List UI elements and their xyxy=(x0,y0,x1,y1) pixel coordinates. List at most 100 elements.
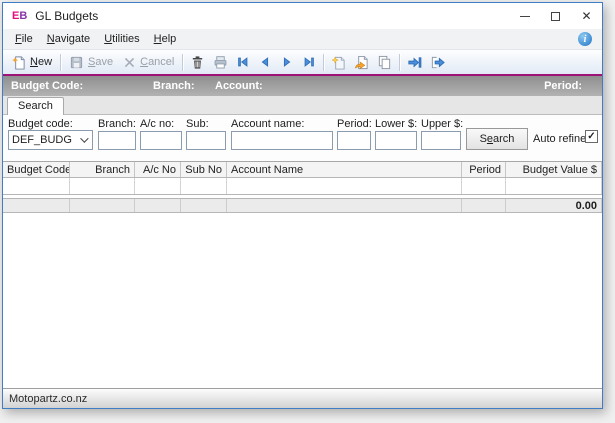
toolbar-separator xyxy=(182,53,184,71)
menu-file[interactable]: File xyxy=(8,30,40,48)
menu-navigate[interactable]: Navigate xyxy=(40,30,97,48)
band-account-label: Account: xyxy=(215,80,263,92)
delete-trash-icon xyxy=(193,55,203,69)
nav-previous-button[interactable] xyxy=(254,53,276,71)
sub-field[interactable] xyxy=(186,131,226,150)
maximize-button[interactable] xyxy=(540,3,571,29)
grid-cell xyxy=(70,178,135,194)
status-bar: Motopartz.co.nz xyxy=(3,388,602,408)
minimize-icon xyxy=(519,15,530,17)
upper-label: Upper $: xyxy=(421,118,464,130)
band-budget-code-label: Budget Code: xyxy=(11,80,84,92)
grid-empty-row[interactable] xyxy=(3,178,602,195)
lower-field[interactable] xyxy=(375,131,417,150)
ac-no-label: A/c no: xyxy=(140,118,175,130)
auto-refine-label: Auto refine xyxy=(533,133,587,145)
ac-no-field[interactable] xyxy=(140,131,182,150)
save-disk-icon xyxy=(70,56,83,68)
nav-last-button[interactable] xyxy=(298,53,320,71)
column-header-budget-code[interactable]: Budget Code xyxy=(3,162,70,177)
account-name-field[interactable] xyxy=(231,131,333,150)
chevron-down-icon xyxy=(80,134,89,143)
import-arrow-icon xyxy=(408,56,422,68)
column-header-branch[interactable]: Branch xyxy=(70,162,135,177)
menu-bar: File Navigate Utilities Help i xyxy=(3,29,602,50)
auto-refine-checkbox[interactable]: ✓ xyxy=(585,130,598,143)
window-controls: ✕ xyxy=(509,3,602,29)
info-icon[interactable]: i xyxy=(578,32,592,46)
import-button[interactable] xyxy=(403,53,426,72)
save-button-label: Save xyxy=(88,56,114,68)
nav-last-icon xyxy=(304,57,315,67)
column-header-sub-no[interactable]: Sub No xyxy=(181,162,227,177)
window-title: GL Budgets xyxy=(35,9,99,23)
new-button[interactable]: New xyxy=(6,53,57,72)
search-button[interactable]: Search xyxy=(466,128,528,150)
totals-cell xyxy=(181,199,227,212)
totals-cell xyxy=(462,199,506,212)
search-form: Budget code: DEF_BUDG Branch: A/c no: Su… xyxy=(3,115,602,161)
nav-previous-icon xyxy=(262,57,269,67)
new-line-icon xyxy=(331,55,345,70)
logo-letter-b: B xyxy=(19,10,28,22)
nav-first-icon xyxy=(238,57,248,67)
branch-field[interactable] xyxy=(98,131,136,150)
checkbox-check-icon: ✓ xyxy=(587,131,596,142)
period-label: Period: xyxy=(337,118,372,130)
budget-code-value: DEF_BUDG xyxy=(12,134,72,146)
account-name-label: Account name: xyxy=(231,118,305,130)
period-field[interactable] xyxy=(337,131,371,150)
new-page-icon xyxy=(11,55,25,70)
copy-button[interactable] xyxy=(373,53,396,72)
record-header-band: Budget Code: Branch: Account: Period: xyxy=(3,76,602,96)
branch-label: Branch: xyxy=(98,118,136,130)
menu-help[interactable]: Help xyxy=(147,30,184,48)
column-header-budget-value[interactable]: Budget Value $ xyxy=(506,162,602,177)
toolbar: New Save Cancel xyxy=(3,50,602,74)
nav-next-button[interactable] xyxy=(276,53,298,71)
cancel-button[interactable]: Cancel xyxy=(118,54,179,71)
new-button-label: New xyxy=(30,56,53,68)
grid-cell xyxy=(462,178,506,194)
print-icon xyxy=(214,55,227,69)
upper-field[interactable] xyxy=(421,131,461,150)
totals-cell xyxy=(3,199,70,212)
export-button[interactable] xyxy=(426,53,449,72)
copy-pages-icon xyxy=(379,55,391,69)
budget-code-select[interactable]: DEF_BUDG xyxy=(8,130,93,150)
grid-cell xyxy=(227,178,462,194)
new-line-button[interactable] xyxy=(327,53,350,72)
nav-first-button[interactable] xyxy=(232,53,254,71)
grid-cell xyxy=(3,178,70,194)
edit-line-button[interactable] xyxy=(350,53,373,72)
tab-search[interactable]: Search xyxy=(7,97,64,115)
grid-body xyxy=(3,213,602,388)
print-button[interactable] xyxy=(209,53,232,72)
column-header-ac-no[interactable]: A/c No xyxy=(135,162,181,177)
minimize-button[interactable] xyxy=(509,3,540,29)
close-icon: ✕ xyxy=(581,9,592,23)
menu-utilities[interactable]: Utilities xyxy=(97,30,146,48)
column-header-period[interactable]: Period xyxy=(462,162,506,177)
totals-budget-value: 0.00 xyxy=(506,199,602,212)
maximize-icon xyxy=(551,11,560,21)
grid-cell xyxy=(181,178,227,194)
toolbar-separator xyxy=(60,53,62,71)
delete-button[interactable] xyxy=(186,53,209,72)
close-button[interactable]: ✕ xyxy=(571,3,602,29)
column-header-account-name[interactable]: Account Name xyxy=(227,162,462,177)
lower-label: Lower $: xyxy=(375,118,418,130)
app-logo-icon: EB xyxy=(12,10,27,22)
save-button[interactable]: Save xyxy=(64,53,118,72)
tab-strip: Search xyxy=(3,96,602,115)
cancel-x-icon xyxy=(124,57,135,67)
grid-header-row: Budget Code Branch A/c No Sub No Account… xyxy=(3,161,602,178)
status-text: Motopartz.co.nz xyxy=(9,392,88,405)
edit-line-icon xyxy=(355,55,368,69)
nav-next-icon xyxy=(284,57,291,67)
toolbar-separator xyxy=(323,53,325,71)
totals-cell xyxy=(227,199,462,212)
sub-label: Sub: xyxy=(186,118,209,130)
grid-cell xyxy=(506,178,602,194)
band-branch-label: Branch: xyxy=(153,80,195,92)
